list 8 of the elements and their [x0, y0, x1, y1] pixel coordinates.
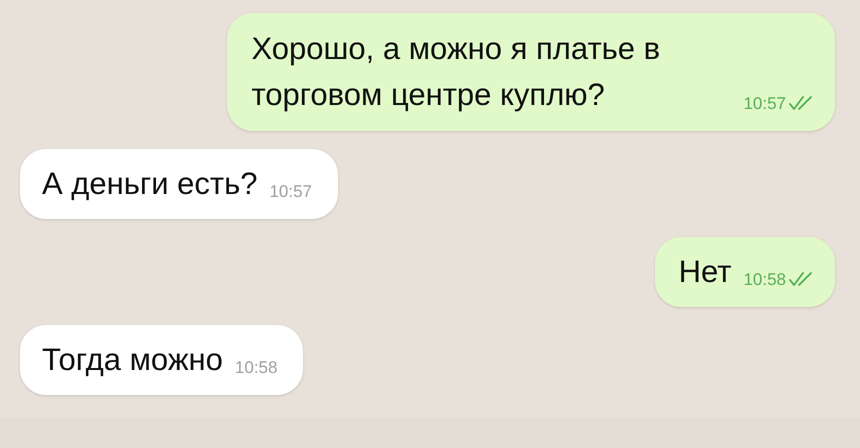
message-time: 10:58: [743, 268, 786, 290]
message-text: Тогда можно: [42, 341, 223, 379]
message-time: 10:58: [234, 356, 278, 378]
message-time: 10:57: [269, 180, 312, 202]
message-time: 10:57: [743, 92, 786, 114]
message-text: А деньги есть?: [42, 165, 258, 203]
message-text: Нет: [678, 253, 732, 291]
message-text: Хорошо, а можно я платье в торговом центре куплю?: [251, 30, 662, 114]
